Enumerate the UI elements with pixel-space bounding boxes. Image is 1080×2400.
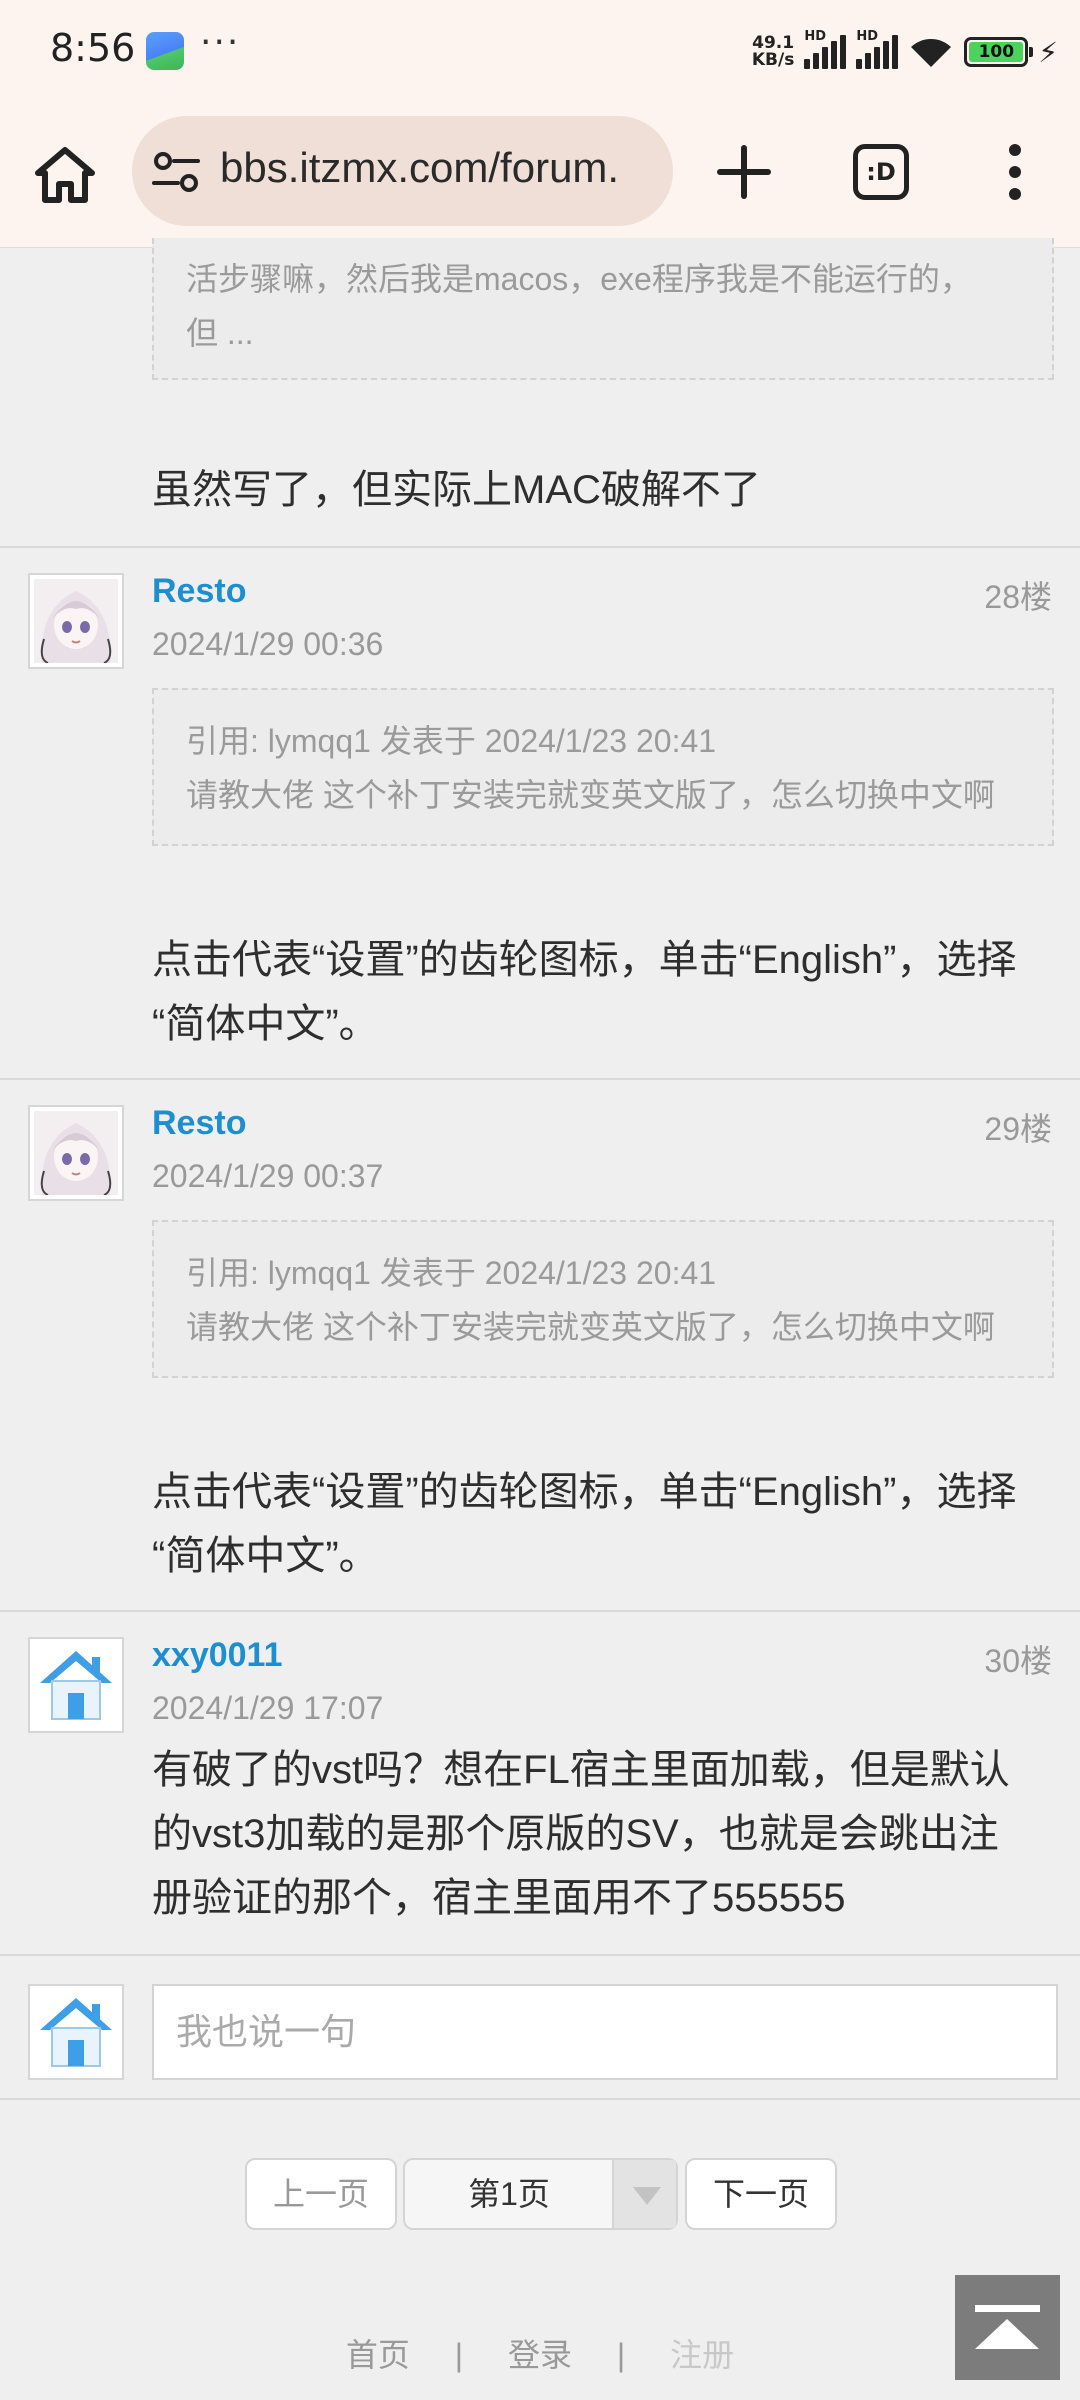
avatar[interactable] bbox=[28, 1105, 124, 1201]
post-text-line-2: “简体中文”。 bbox=[152, 1534, 379, 1578]
post-text-line-2: 的vst3加载的是那个原版的SV，也就是会跳出注 bbox=[152, 1812, 999, 1856]
post-text: 点击代表“设置”的齿轮图标，单击“English”，选择 “简体中文”。 bbox=[152, 1460, 1016, 1588]
post-text-line-3: 册验证的那个，宿主里面用不了555555 bbox=[152, 1876, 846, 1920]
status-bar: 8:56 ··· 49.1 KB/s HD HD 100 ⚡ bbox=[0, 0, 1080, 100]
home-icon[interactable] bbox=[34, 144, 96, 206]
quote-header: 引用: lymqq1 发表于 2024/1/23 20:41 bbox=[186, 723, 717, 759]
post-divider bbox=[0, 1078, 1080, 1080]
footer-separator: | bbox=[454, 2337, 464, 2373]
post-username[interactable]: Resto bbox=[152, 572, 246, 611]
quote-header: 引用: lymqq1 发表于 2024/1/23 20:41 bbox=[186, 1255, 717, 1291]
page-select[interactable]: 第1页 bbox=[403, 2158, 678, 2230]
post-floor: 28楼 bbox=[984, 579, 1052, 615]
network-speed: 49.1 KB/s bbox=[752, 35, 794, 69]
hd-badge-1: HD bbox=[804, 29, 826, 44]
post-quote: 引用: lymqq1 发表于 2024/1/23 20:41 请教大佬 这个补丁… bbox=[152, 688, 1054, 846]
post-quote: 引用: lymqq1 发表于 2024/1/23 20:41 请教大佬 这个补丁… bbox=[152, 1220, 1054, 1378]
footer-links: 首页 | 登录 | 注册 bbox=[0, 2330, 1080, 2376]
new-tab-icon[interactable] bbox=[712, 140, 776, 204]
house-avatar-icon bbox=[34, 1643, 118, 1727]
prev-quote-line-2: 但 ... bbox=[186, 315, 254, 351]
status-time: 8:56 bbox=[50, 26, 136, 70]
footer-separator: | bbox=[616, 2337, 626, 2373]
prev-quote-line-1: 活步骤嘛，然后我是macos，exe程序我是不能运行的， bbox=[186, 261, 972, 297]
hd-badge-2: HD bbox=[856, 29, 878, 44]
post-text-line-1: 点击代表“设置”的齿轮图标，单击“English”，选择 bbox=[152, 938, 1017, 982]
post-divider bbox=[0, 1954, 1080, 1956]
post-divider bbox=[0, 546, 1080, 548]
prev-post-quote: 活步骤嘛，然后我是macos，exe程序我是不能运行的， 但 ... bbox=[152, 238, 1054, 380]
reply-divider bbox=[0, 2098, 1080, 2100]
anime-avatar-icon bbox=[34, 579, 118, 664]
url-text[interactable]: bbs.itzmx.com/forum. bbox=[220, 144, 619, 192]
footer-register-link[interactable]: 注册 bbox=[670, 2337, 734, 2373]
post-text-line-1: 有破了的vst吗？想在FL宿主里面加载，但是默认 bbox=[152, 1748, 1010, 1792]
back-to-top-icon[interactable] bbox=[955, 2275, 1060, 2380]
prev-post-text: 虽然写了，但实际上MAC破解不了 bbox=[152, 468, 761, 512]
quote-body: 请教大佬 这个补丁安装完就变英文版了，怎么切换中文啊 bbox=[186, 1309, 995, 1345]
wifi-icon bbox=[911, 39, 952, 67]
charging-icon: ⚡ bbox=[1038, 35, 1058, 69]
my-avatar bbox=[28, 1984, 124, 2080]
anime-avatar-icon bbox=[34, 1111, 118, 1196]
battery-level: 100 bbox=[969, 42, 1024, 62]
reply-input[interactable]: 我也说一句 bbox=[152, 1984, 1058, 2080]
post-time: 2024/1/29 00:36 bbox=[152, 626, 384, 662]
signal-2-icon: HD bbox=[856, 29, 899, 69]
post-divider bbox=[0, 1610, 1080, 1612]
post-username[interactable]: Resto bbox=[152, 1104, 246, 1143]
house-avatar-icon bbox=[34, 1990, 118, 2074]
battery-icon: 100 bbox=[964, 37, 1034, 67]
avatar[interactable] bbox=[28, 573, 124, 669]
post-floor: 30楼 bbox=[984, 1643, 1052, 1679]
post-text-line-1: 点击代表“设置”的齿轮图标，单击“English”，选择 bbox=[152, 1470, 1017, 1514]
post-text: 点击代表“设置”的齿轮图标，单击“English”，选择 “简体中文”。 bbox=[152, 928, 1016, 1056]
more-notifications-icon: ··· bbox=[200, 22, 241, 63]
footer-home-link[interactable]: 首页 bbox=[346, 2337, 410, 2373]
tab-switcher-button[interactable]: :D bbox=[853, 144, 909, 200]
post-time: 2024/1/29 17:07 bbox=[152, 1690, 384, 1726]
browser-toolbar: bbs.itzmx.com/forum. :D bbox=[0, 100, 1080, 248]
quote-body: 请教大佬 这个补丁安装完就变英文版了，怎么切换中文啊 bbox=[186, 777, 995, 813]
chevron-down-icon[interactable] bbox=[612, 2160, 676, 2228]
overflow-menu-icon[interactable] bbox=[990, 140, 1040, 204]
signal-1-icon: HD bbox=[804, 29, 847, 69]
post-text: 有破了的vst吗？想在FL宿主里面加载，但是默认 的vst3加载的是那个原版的S… bbox=[152, 1738, 1010, 1930]
post-floor: 29楼 bbox=[984, 1111, 1052, 1147]
page-select-label: 第1页 bbox=[468, 2176, 550, 2212]
next-page-button[interactable]: 下一页 bbox=[685, 2158, 837, 2230]
status-right-group: 49.1 KB/s HD HD 100 ⚡ bbox=[752, 29, 1058, 74]
network-speed-unit: KB/s bbox=[751, 50, 795, 70]
footer-login-link[interactable]: 登录 bbox=[508, 2337, 572, 2373]
avatar[interactable] bbox=[28, 1637, 124, 1733]
post-time: 2024/1/29 00:37 bbox=[152, 1158, 384, 1194]
site-settings-icon[interactable] bbox=[152, 150, 200, 194]
post-username[interactable]: xxy0011 bbox=[152, 1636, 283, 1675]
post-text-line-2: “简体中文”。 bbox=[152, 1002, 379, 1046]
app-notification-icon bbox=[146, 32, 184, 70]
prev-page-button[interactable]: 上一页 bbox=[245, 2158, 397, 2230]
address-bar[interactable]: bbs.itzmx.com/forum. bbox=[132, 116, 673, 226]
